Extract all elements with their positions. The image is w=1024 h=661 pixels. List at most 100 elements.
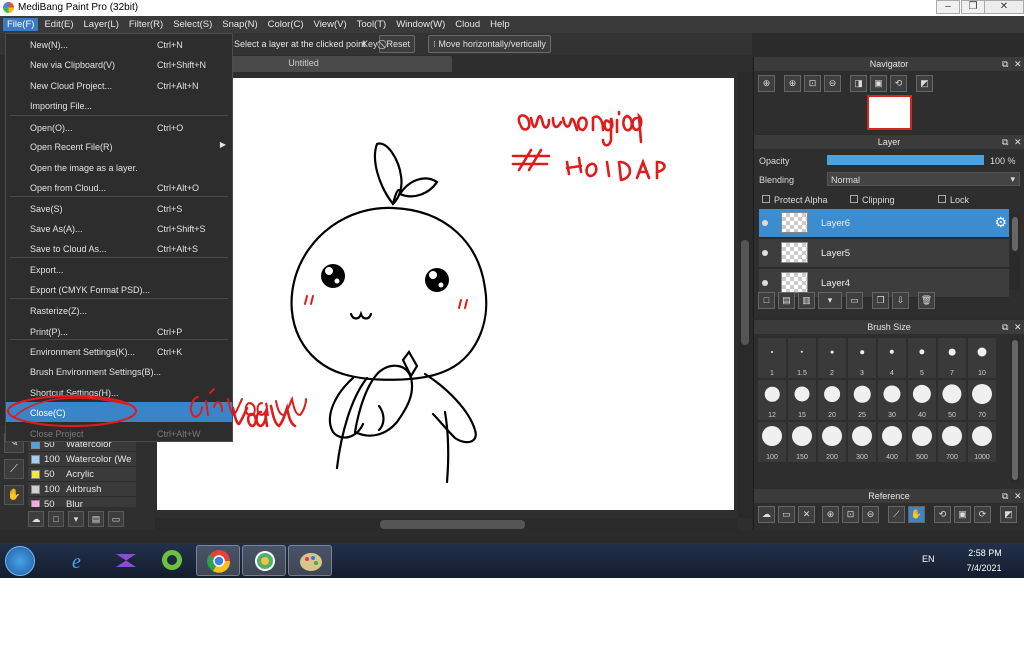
- brush-size-cell[interactable]: 3: [848, 338, 876, 378]
- restore-button[interactable]: ❐: [961, 0, 985, 14]
- canvas-area[interactable]: [155, 72, 752, 530]
- new-halftone-layer-icon[interactable]: ▤: [778, 292, 795, 309]
- delete-layer-icon[interactable]: 🗑: [918, 292, 935, 309]
- fit-screen-icon[interactable]: ▣: [870, 75, 887, 92]
- brush-size-cell[interactable]: 5: [908, 338, 936, 378]
- brush-size-cell[interactable]: 100: [758, 422, 786, 462]
- brush-size-cell[interactable]: 7: [938, 338, 966, 378]
- clock-time[interactable]: 2:58 PM: [965, 548, 1005, 558]
- menu-color[interactable]: Color(C): [264, 18, 308, 31]
- menu-tool[interactable]: Tool(T): [353, 18, 391, 31]
- new-brush-icon[interactable]: □: [48, 511, 64, 527]
- add-layer-menu-icon[interactable]: ▾: [818, 292, 842, 309]
- brush-list-item[interactable]: 50 Acrylic: [28, 467, 136, 482]
- brush-size-cell[interactable]: 1000: [968, 422, 996, 462]
- file-menu-item[interactable]: Open the image as a layer.: [6, 157, 232, 177]
- add-brush-icon[interactable]: ▾: [68, 511, 84, 527]
- menu-layer[interactable]: Layer(L): [80, 18, 123, 31]
- medibang-taskbar-icon[interactable]: [242, 545, 286, 576]
- brush-folder-icon[interactable]: ▭: [108, 511, 124, 527]
- file-menu-item[interactable]: Brush Environment Settings(B)...: [6, 361, 232, 381]
- menu-window[interactable]: Window(W): [392, 18, 449, 31]
- flip-icon[interactable]: ◨: [850, 75, 867, 92]
- horizontal-scroll-thumb[interactable]: [380, 520, 525, 529]
- file-menu-item[interactable]: New via Clipboard(V) Ctrl+Shift+N: [6, 54, 232, 74]
- brush-size-cell[interactable]: 1.5: [788, 338, 816, 378]
- minimize-button[interactable]: –: [936, 0, 960, 14]
- eyedropper-tool-icon[interactable]: ⟋: [4, 459, 24, 479]
- brush-size-cell[interactable]: 4: [878, 338, 906, 378]
- layer-settings-gear-icon[interactable]: ⚙: [994, 214, 1007, 231]
- brush-size-cell[interactable]: 150: [788, 422, 816, 462]
- file-menu-item[interactable]: Importing File...: [6, 95, 232, 115]
- hand-icon[interactable]: ✋: [908, 506, 925, 523]
- navigator-thumbnail[interactable]: [867, 95, 912, 130]
- layer-row[interactable]: Layer6 ⚙: [759, 209, 1009, 238]
- brush-size-scrollbar[interactable]: [1010, 338, 1020, 483]
- brush-size-cell[interactable]: 20: [818, 380, 846, 420]
- open-folder-icon[interactable]: ▭: [778, 506, 795, 523]
- opacity-slider[interactable]: [827, 155, 984, 165]
- layer-row[interactable]: Layer5: [759, 239, 1009, 268]
- brush-size-cell[interactable]: 500: [908, 422, 936, 462]
- brush-size-cell[interactable]: 2: [818, 338, 846, 378]
- lock-checkbox[interactable]: [938, 195, 946, 203]
- undock-icon[interactable]: ⧉: [1002, 320, 1008, 334]
- menu-cloud[interactable]: Cloud: [451, 18, 484, 31]
- layer-folder-icon[interactable]: ▭: [846, 292, 863, 309]
- zoom-in-2-icon[interactable]: ⊕: [784, 75, 801, 92]
- zoom-in-icon[interactable]: ⊕: [822, 506, 839, 523]
- menu-snap[interactable]: Snap(N): [218, 18, 261, 31]
- start-button[interactable]: [5, 546, 35, 576]
- vertical-scroll-thumb[interactable]: [741, 240, 749, 345]
- internet-explorer-icon[interactable]: e: [58, 545, 102, 576]
- brush-size-cell[interactable]: 50: [938, 380, 966, 420]
- brush-list-item[interactable]: 100 Watercolor (We: [28, 452, 136, 467]
- eyedropper-icon[interactable]: ⟋: [888, 506, 905, 523]
- close-panel-icon[interactable]: ✕: [1014, 489, 1022, 503]
- brush-size-cell[interactable]: 25: [848, 380, 876, 420]
- close-panel-icon[interactable]: ✕: [1014, 320, 1022, 334]
- new-layer-icon[interactable]: □: [758, 292, 775, 309]
- brush-settings-icon[interactable]: ▤: [88, 511, 104, 527]
- file-menu-item[interactable]: Open from Cloud... Ctrl+Alt+O: [6, 177, 232, 197]
- zoom-out-icon[interactable]: ⊖: [824, 75, 841, 92]
- brush-size-cell[interactable]: 400: [878, 422, 906, 462]
- brush-size-cell[interactable]: 40: [908, 380, 936, 420]
- brush-size-cell[interactable]: 12: [758, 380, 786, 420]
- undock-icon[interactable]: ⧉: [1002, 489, 1008, 503]
- file-menu-item[interactable]: Environment Settings(K)... Ctrl+K: [6, 341, 232, 361]
- fit-icon[interactable]: ⊡: [842, 506, 859, 523]
- brush-size-cell[interactable]: 200: [818, 422, 846, 462]
- menu-file[interactable]: File(F): [3, 18, 39, 31]
- undock-icon[interactable]: ⧉: [1002, 57, 1008, 71]
- brush-size-cell[interactable]: 10: [968, 338, 996, 378]
- layer-scroll-thumb[interactable]: [1012, 217, 1018, 251]
- close-window-button[interactable]: ✕: [984, 0, 1024, 14]
- brush-size-cell[interactable]: 30: [878, 380, 906, 420]
- brush-size-scroll-thumb[interactable]: [1012, 340, 1018, 480]
- menu-edit[interactable]: Edit(E): [40, 18, 77, 31]
- visual-studio-icon[interactable]: [104, 545, 148, 576]
- reset-view-icon[interactable]: ⟳: [974, 506, 991, 523]
- undock-icon[interactable]: ⧉: [1002, 135, 1008, 149]
- drawing-canvas[interactable]: [157, 78, 734, 510]
- file-menu-item[interactable]: Save(S) Ctrl+S: [6, 198, 232, 218]
- file-menu-item[interactable]: Print(P)... Ctrl+P: [6, 321, 232, 341]
- file-menu-item[interactable]: Open(O)... Ctrl+O: [6, 117, 232, 137]
- paint-icon[interactable]: [288, 545, 332, 576]
- rotate-icon[interactable]: ⟲: [890, 75, 907, 92]
- file-menu-item[interactable]: Save As(A)... Ctrl+Shift+S: [6, 218, 232, 238]
- close-icon[interactable]: ✕: [798, 506, 815, 523]
- clock-date[interactable]: 7/4/2021: [962, 563, 1006, 573]
- blending-select[interactable]: Normal ▾: [827, 172, 1020, 186]
- menu-view[interactable]: View(V): [310, 18, 351, 31]
- fit-icon[interactable]: ⊡: [804, 75, 821, 92]
- clipping-checkbox[interactable]: [850, 195, 858, 203]
- file-menu-item[interactable]: Rasterize(Z)...: [6, 300, 232, 320]
- move-horizontal-vertical-button[interactable]: ⁝ Move horizontally/vertically: [428, 35, 551, 53]
- file-menu-item[interactable]: Export (CMYK Format PSD)...: [6, 279, 232, 299]
- app-green-icon[interactable]: [150, 545, 194, 576]
- merge-down-icon[interactable]: ⇩: [892, 292, 909, 309]
- cloud-brush-icon[interactable]: ☁: [28, 511, 44, 527]
